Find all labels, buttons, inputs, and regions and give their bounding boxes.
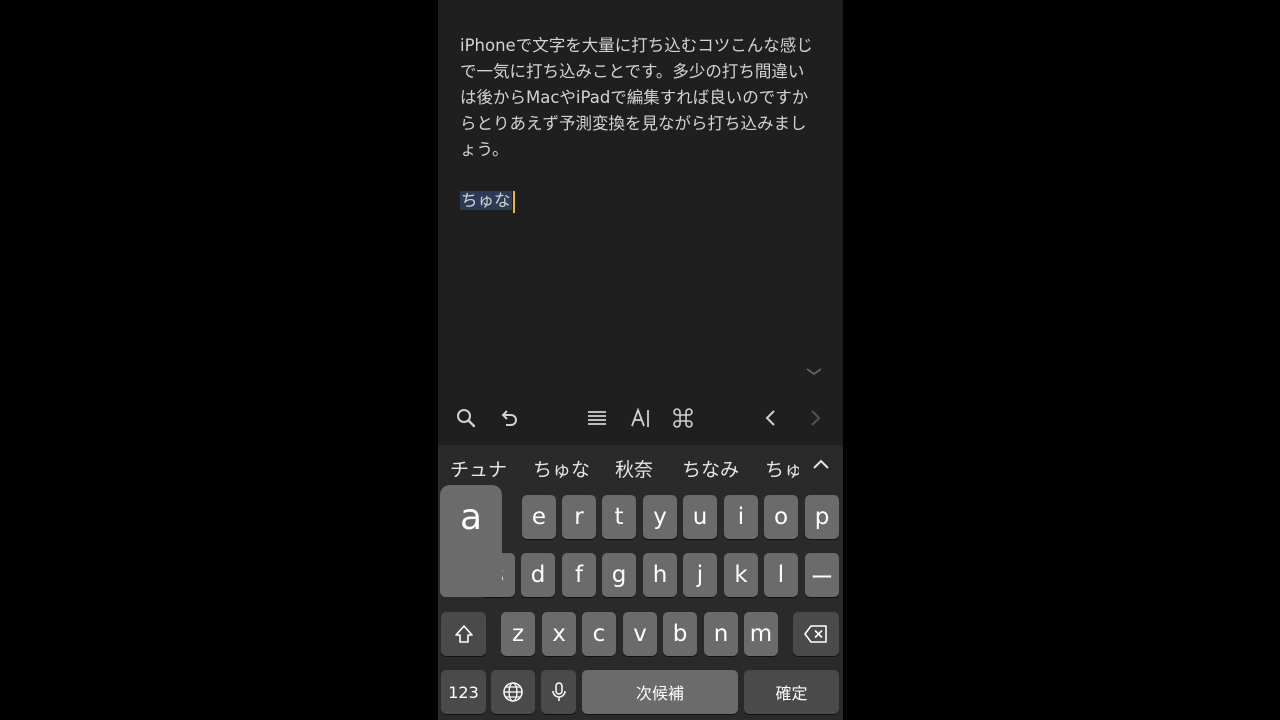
- candidate[interactable]: ちゅ: [765, 455, 799, 482]
- key-n[interactable]: n: [704, 612, 738, 656]
- key-v[interactable]: v: [623, 612, 657, 656]
- keyboard: チュナ ちゅな 秋奈 ちなみ ちゅ e r t y u i o p s d f …: [438, 445, 843, 720]
- key-j[interactable]: j: [683, 553, 717, 597]
- key-long-vowel[interactable]: ー: [805, 553, 839, 597]
- confirm-key[interactable]: 確定: [744, 670, 839, 714]
- editor-toolbar: [438, 398, 843, 438]
- key-t[interactable]: t: [602, 495, 636, 539]
- undo-icon[interactable]: [494, 404, 524, 432]
- phone-screen: iPhoneで文字を大量に打ち込むコツこんな感じ で一気に打ち込みことです。多少…: [438, 0, 843, 720]
- candidate[interactable]: チュナ: [450, 455, 507, 482]
- key-p[interactable]: p: [805, 495, 839, 539]
- key-y[interactable]: y: [643, 495, 677, 539]
- next-candidate-key[interactable]: 次候補: [582, 670, 738, 714]
- key-z[interactable]: z: [501, 612, 535, 656]
- key-x[interactable]: x: [542, 612, 576, 656]
- dictation-key[interactable]: [541, 670, 576, 714]
- backspace-icon: [804, 625, 827, 643]
- text-caret: [512, 190, 515, 213]
- candidate[interactable]: 秋奈: [615, 455, 653, 482]
- key-c[interactable]: c: [582, 612, 616, 656]
- composing-text: ちゅな: [460, 191, 512, 210]
- key-popup-letter: a: [459, 497, 483, 538]
- editor-line: らとりあえず予測変換を見ながら打ち込みまし: [460, 114, 807, 133]
- key-r[interactable]: r: [562, 495, 596, 539]
- key-u[interactable]: u: [683, 495, 717, 539]
- candidate[interactable]: ちゅな: [533, 455, 590, 482]
- search-icon[interactable]: [451, 404, 481, 432]
- shift-key[interactable]: [441, 612, 486, 656]
- key-g[interactable]: g: [602, 553, 636, 597]
- key-m[interactable]: m: [744, 612, 778, 656]
- key-f[interactable]: f: [562, 553, 596, 597]
- key-d[interactable]: d: [521, 553, 555, 597]
- editor-line: iPhoneで文字を大量に打ち込むコツこんな感じ: [460, 36, 813, 55]
- keyboard-dismiss-icon[interactable]: [804, 362, 824, 382]
- globe-icon: [503, 682, 523, 702]
- key-h[interactable]: h: [643, 553, 677, 597]
- globe-key[interactable]: [491, 670, 535, 714]
- composing-line[interactable]: ちゅな: [460, 188, 515, 214]
- command-icon[interactable]: [668, 404, 698, 432]
- microphone-icon: [551, 682, 566, 701]
- editor-line: ょう。: [460, 140, 509, 159]
- expand-candidates-icon[interactable]: [811, 455, 831, 475]
- text-format-icon[interactable]: [626, 404, 656, 432]
- editor-text-area[interactable]: iPhoneで文字を大量に打ち込むコツこんな感じ で一気に打ち込みことです。多少…: [460, 33, 820, 163]
- arrow-right-icon[interactable]: [800, 404, 830, 432]
- candidate-bar: チュナ ちゅな 秋奈 ちなみ ちゅ: [438, 445, 843, 489]
- key-i[interactable]: i: [724, 495, 758, 539]
- key-e[interactable]: e: [522, 495, 556, 539]
- key-l[interactable]: l: [764, 553, 798, 597]
- key-popup: a: [440, 485, 502, 597]
- key-o[interactable]: o: [764, 495, 798, 539]
- editor-line: は後からMacやiPadで編集すれば良いのですか: [460, 88, 809, 107]
- editor-line: で一気に打ち込みことです。多少の打ち間違い: [460, 62, 805, 81]
- shift-icon: [454, 625, 473, 643]
- list-icon[interactable]: [582, 404, 612, 432]
- delete-key[interactable]: [793, 612, 839, 656]
- key-k[interactable]: k: [724, 553, 758, 597]
- key-b[interactable]: b: [663, 612, 697, 656]
- numbers-key[interactable]: 123: [441, 670, 486, 714]
- arrow-left-icon[interactable]: [756, 404, 786, 432]
- candidate[interactable]: ちなみ: [682, 455, 739, 482]
